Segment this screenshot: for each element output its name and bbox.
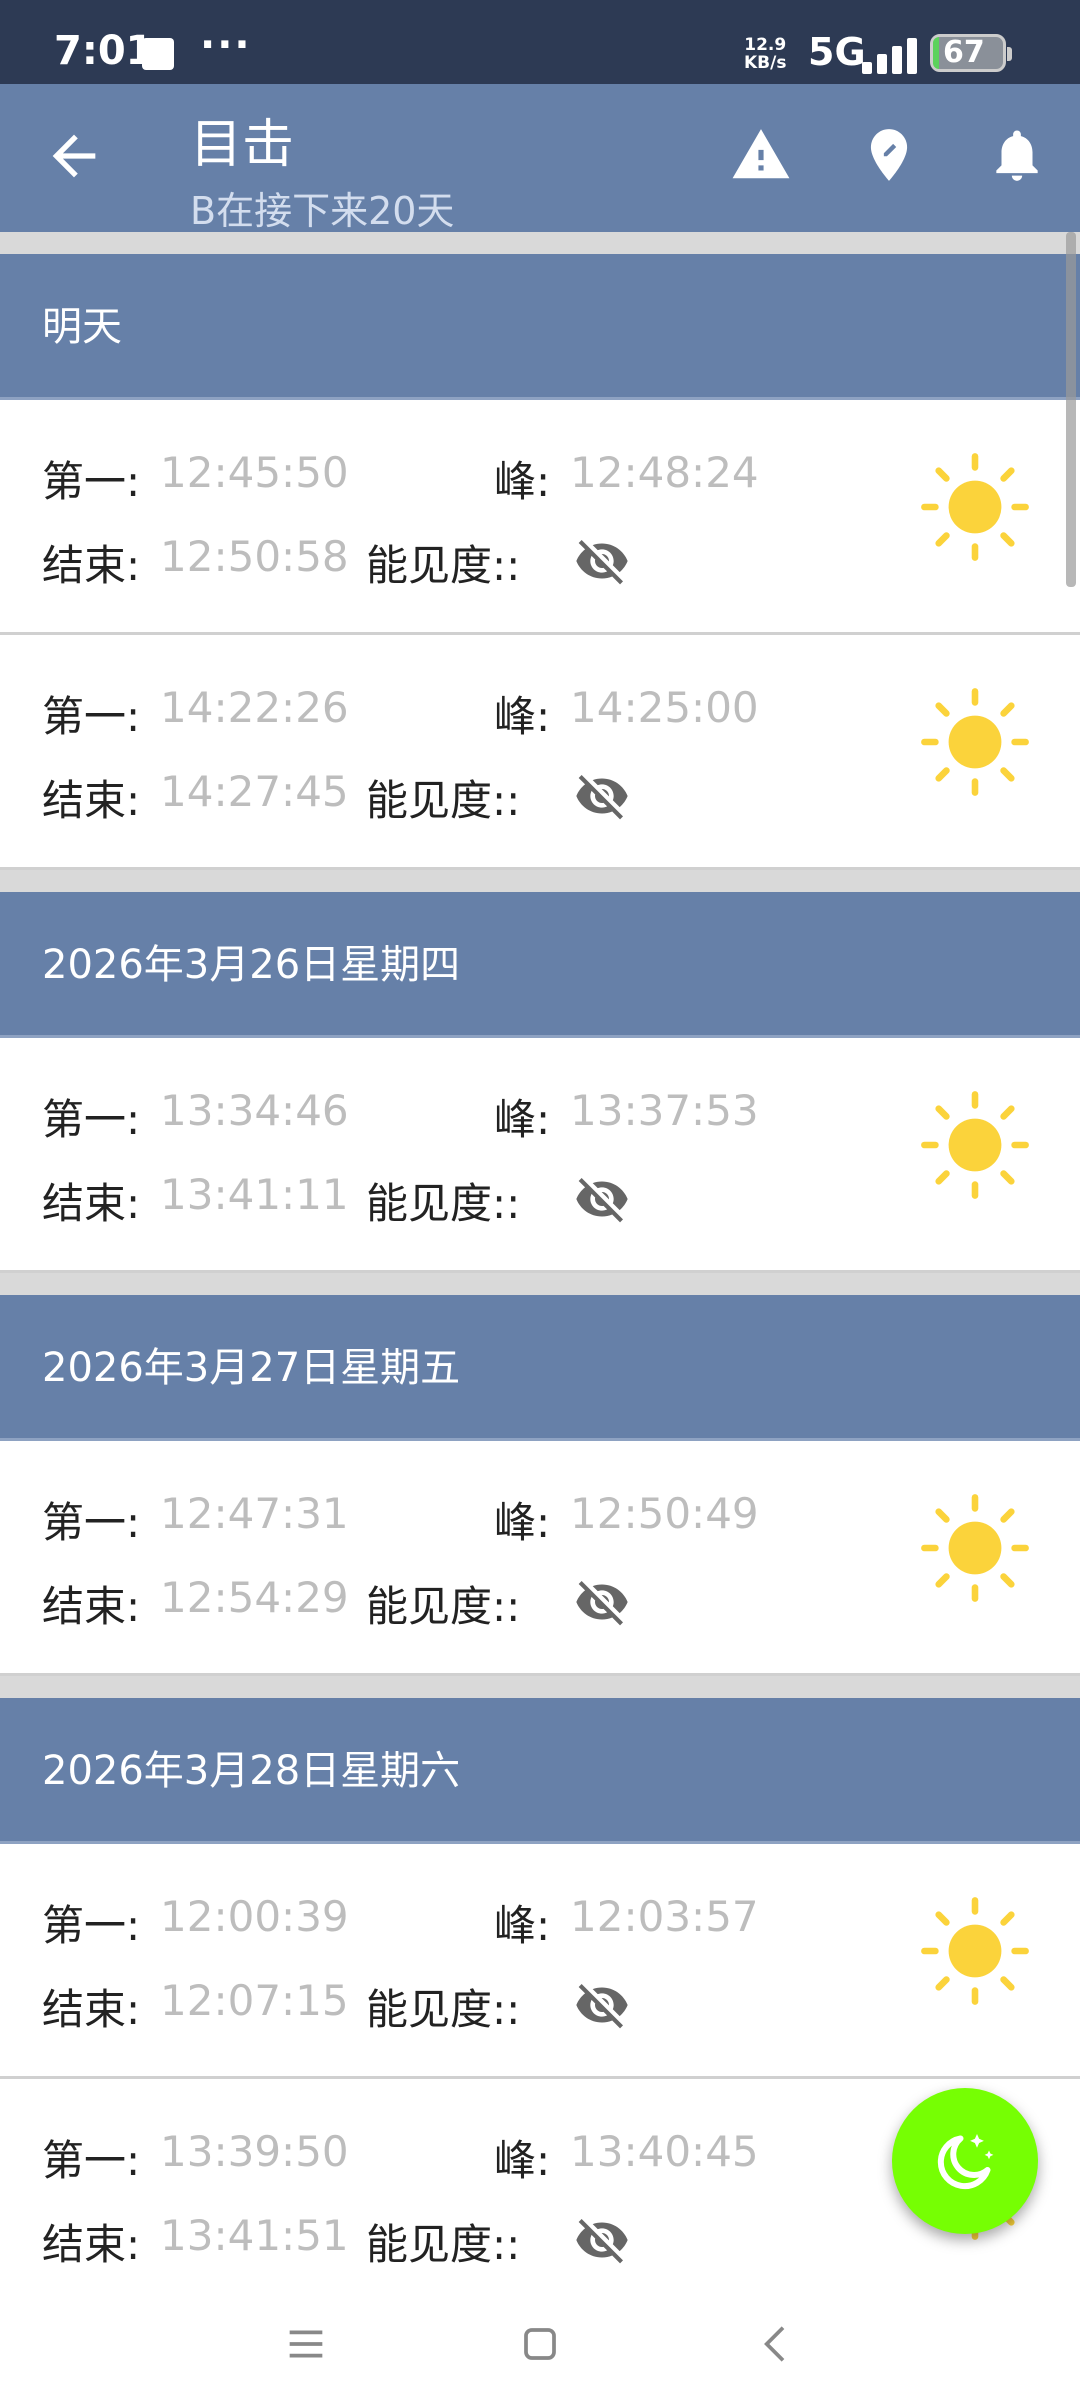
first-label: 第一: — [42, 1901, 141, 1950]
battery-icon: 67 — [930, 34, 1012, 72]
page-title: 目击 — [190, 115, 295, 175]
date-header: 2026年3月26日星期四 — [0, 892, 1080, 1038]
visibility-label: 能见度:: — [366, 2220, 521, 2269]
visibility-label: 能见度:: — [366, 1179, 521, 1228]
first-time: 12:47:31 — [160, 1489, 349, 1538]
system-nav-bar — [0, 2288, 1080, 2400]
first-label: 第一: — [42, 1095, 141, 1144]
event-card[interactable]: 第一: 13:34:46 峰: 13:37:53 结束: 13:41:11 能见… — [0, 1038, 1080, 1273]
eye-off-icon — [576, 1178, 628, 1223]
sun-icon — [921, 1494, 1029, 1602]
first-label: 第一: — [42, 457, 141, 506]
scrollbar[interactable] — [1066, 232, 1076, 587]
end-label: 结束: — [42, 1179, 141, 1228]
end-label: 结束: — [42, 2220, 141, 2269]
event-card[interactable]: 第一: 12:47:31 峰: 12:50:49 结束: 12:54:29 能见… — [0, 1441, 1080, 1676]
network-speed: 12.9 KB/s — [744, 36, 786, 72]
eye-off-icon — [576, 775, 628, 820]
status-time: 7:01 — [54, 28, 154, 74]
visibility-label: 能见度:: — [366, 776, 521, 825]
event-card[interactable]: 第一: 14:22:26 峰: 14:25:00 结束: 14:27:45 能见… — [0, 635, 1080, 870]
end-time: 12:50:58 — [160, 532, 349, 581]
back-nav-icon[interactable] — [748, 2316, 804, 2372]
end-time: 13:41:11 — [160, 1170, 349, 1219]
page-subtitle: B在接下来20天 — [190, 189, 455, 233]
sun-icon — [921, 1091, 1029, 1199]
peak-time: 12:50:49 — [570, 1489, 759, 1538]
end-time: 12:07:15 — [160, 1976, 349, 2025]
end-label: 结束: — [42, 776, 141, 825]
moon-stars-icon — [937, 2134, 994, 2190]
eye-off-icon — [576, 2219, 628, 2264]
home-nav-icon[interactable] — [512, 2316, 568, 2372]
end-label: 结束: — [42, 541, 141, 590]
warning-icon[interactable] — [730, 124, 792, 186]
date-header: 2026年3月28日星期六 — [0, 1698, 1080, 1844]
visibility-label: 能见度:: — [366, 1582, 521, 1631]
peak-time: 13:37:53 — [570, 1086, 759, 1135]
end-time: 13:41:51 — [160, 2211, 349, 2260]
first-time: 13:39:50 — [160, 2127, 349, 2176]
peak-label: 峰: — [494, 2136, 551, 2185]
first-time: 12:45:50 — [160, 448, 349, 497]
sun-icon — [921, 1897, 1029, 2005]
battery-level: 67 — [943, 35, 985, 70]
date-header: 明天 — [0, 254, 1080, 400]
status-bar: 7:01 ··· 12.9 KB/s 5G 67 — [0, 0, 1080, 84]
end-label: 结束: — [42, 1985, 141, 2034]
peak-label: 峰: — [494, 1901, 551, 1950]
menu-nav-icon[interactable] — [278, 2316, 334, 2372]
first-time: 12:00:39 — [160, 1892, 349, 1941]
app-bar: 目击 B在接下来20天 — [0, 84, 1080, 233]
more-notifications-icon: ··· — [200, 22, 252, 68]
peak-label: 峰: — [494, 1498, 551, 1547]
event-list[interactable]: 明天 第一: 12:45:50 峰: 12:48:24 结束: 12:50:58… — [0, 232, 1080, 2288]
date-header: 2026年3月27日星期五 — [0, 1295, 1080, 1441]
night-mode-fab[interactable] — [892, 2088, 1038, 2234]
edit-location-icon[interactable] — [858, 124, 920, 186]
end-label: 结束: — [42, 1582, 141, 1631]
peak-time: 13:40:45 — [570, 2127, 759, 2176]
peak-time: 12:03:57 — [570, 1892, 759, 1941]
sun-icon — [921, 453, 1029, 561]
visibility-label: 能见度:: — [366, 541, 521, 590]
peak-label: 峰: — [494, 1095, 551, 1144]
peak-label: 峰: — [494, 457, 551, 506]
network-speed-unit: KB/s — [744, 53, 787, 73]
first-label: 第一: — [42, 692, 141, 741]
eye-off-icon — [576, 1984, 628, 2029]
peak-time: 14:25:00 — [570, 683, 759, 732]
first-label: 第一: — [42, 1498, 141, 1547]
peak-label: 峰: — [494, 692, 551, 741]
notification-icon — [142, 38, 174, 70]
end-time: 12:54:29 — [160, 1573, 349, 1622]
event-card[interactable]: 第一: 12:45:50 峰: 12:48:24 结束: 12:50:58 能见… — [0, 400, 1080, 635]
event-card[interactable]: 第一: 12:00:39 峰: 12:03:57 结束: 12:07:15 能见… — [0, 1844, 1080, 2079]
peak-time: 12:48:24 — [570, 448, 759, 497]
network-speed-value: 12.9 — [744, 35, 787, 55]
signal-icon — [862, 36, 918, 74]
notification-bell-icon[interactable] — [986, 124, 1048, 186]
first-time: 14:22:26 — [160, 683, 349, 732]
visibility-label: 能见度:: — [366, 1985, 521, 2034]
eye-off-icon — [576, 540, 628, 585]
back-arrow-icon[interactable] — [42, 124, 106, 188]
end-time: 14:27:45 — [160, 767, 349, 816]
sun-icon — [921, 688, 1029, 796]
eye-off-icon — [576, 1581, 628, 1626]
first-label: 第一: — [42, 2136, 141, 2185]
first-time: 13:34:46 — [160, 1086, 349, 1135]
network-type: 5G — [808, 30, 866, 74]
